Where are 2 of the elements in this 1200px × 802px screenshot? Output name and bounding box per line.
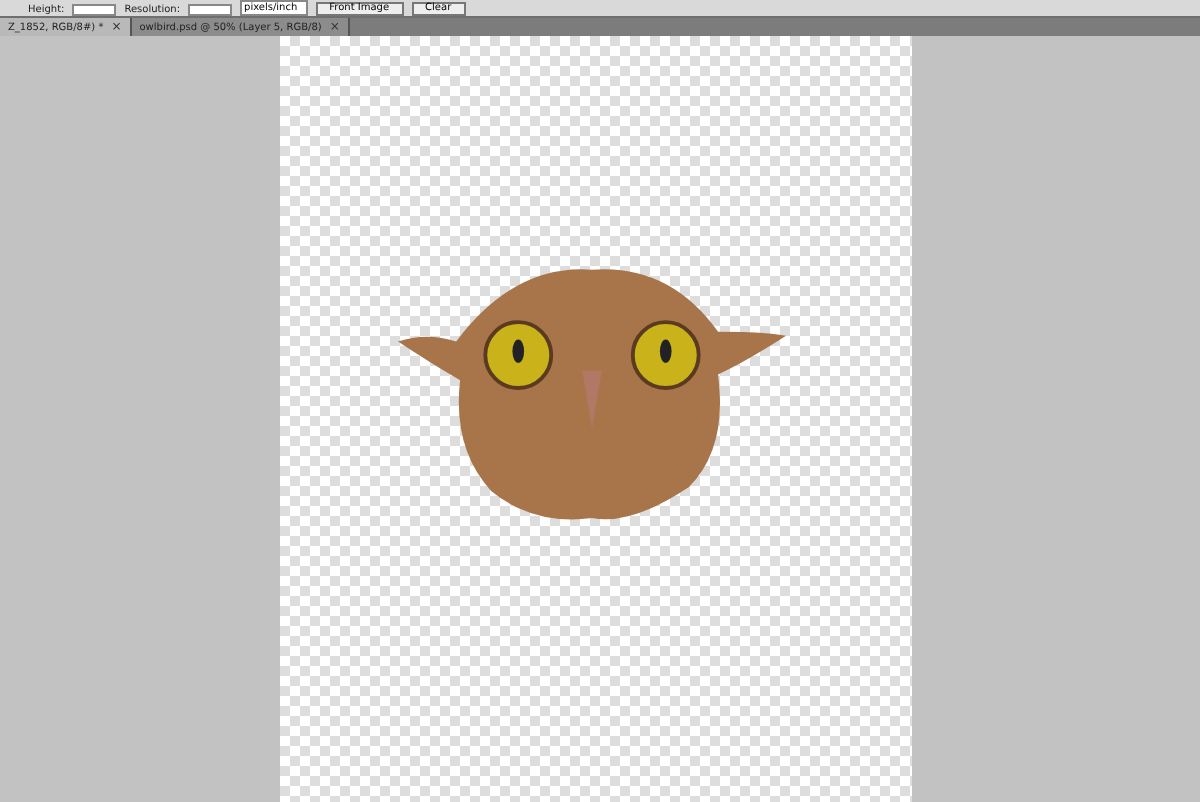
- height-field[interactable]: [72, 4, 117, 16]
- resolution-field[interactable]: [188, 4, 233, 16]
